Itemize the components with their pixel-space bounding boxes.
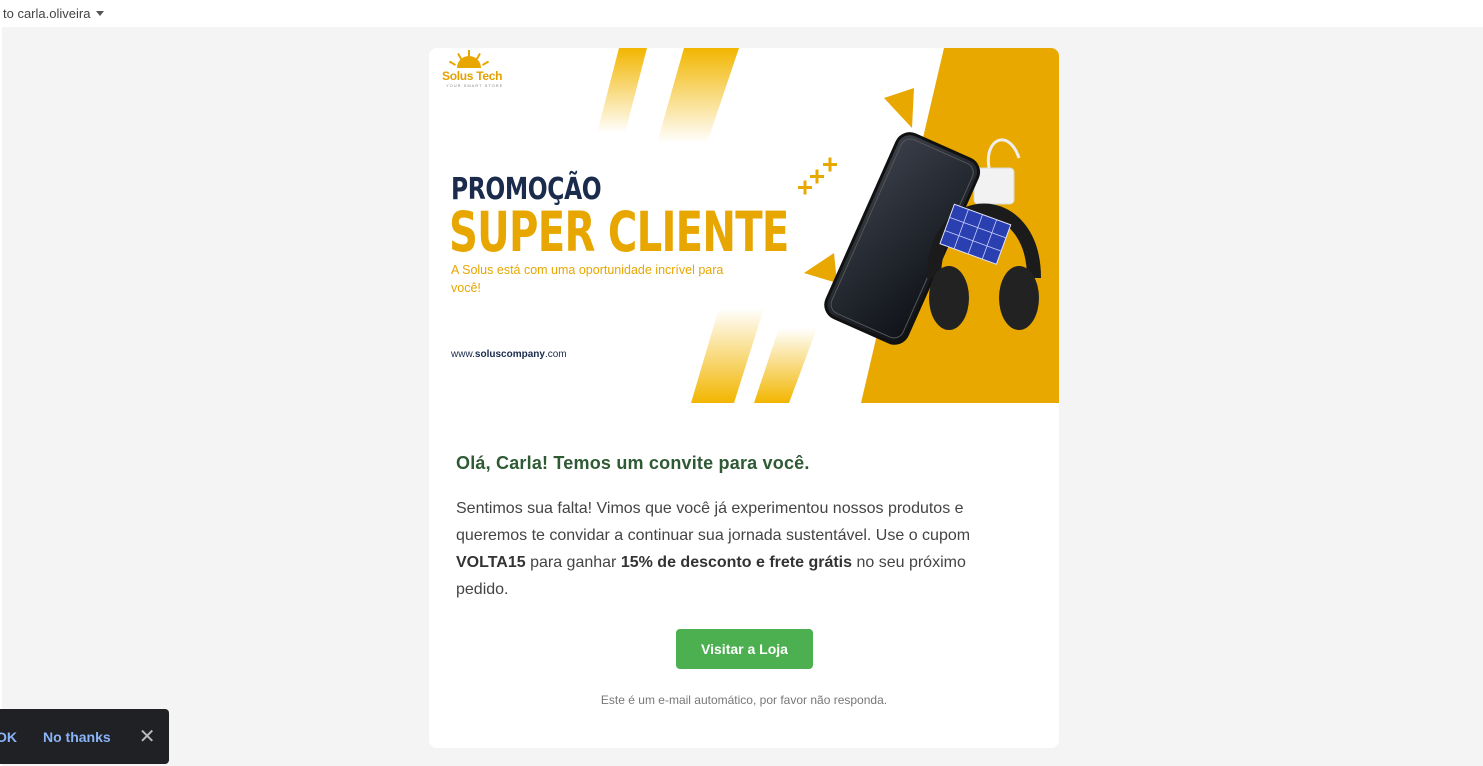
ok-button[interactable]: OK xyxy=(0,729,17,745)
cta-wrapper: Visitar a Loja xyxy=(676,629,813,669)
body-part-1: Sentimos sua falta! Vimos que você já ex… xyxy=(456,500,971,544)
triangle-top xyxy=(884,88,914,128)
greeting-heading: Olá, Carla! Temos um convite para você. xyxy=(456,453,810,473)
promo-banner: Solus Tech YOUR SMART STORE PROMOÇÃO SUP… xyxy=(429,48,1059,403)
stripe-bottom-1 xyxy=(691,308,764,403)
snackbar: OK No thanks ✕ xyxy=(0,709,169,764)
body-part-2: para ganhar xyxy=(525,554,621,571)
banner-website: www.soluscompany.com xyxy=(451,349,567,360)
recipient-bar: to carla.oliveira xyxy=(0,0,1483,26)
close-icon[interactable]: ✕ xyxy=(139,727,156,747)
logo-text: Solus Tech xyxy=(442,69,503,83)
logo-subtext: YOUR SMART STORE xyxy=(446,83,504,88)
website-prefix: www. xyxy=(451,349,475,360)
promo-headline-2: SUPER CLIENTE xyxy=(449,200,789,264)
no-thanks-button[interactable]: No thanks xyxy=(43,729,111,745)
plus-signs xyxy=(798,157,837,195)
recipient-dropdown-icon[interactable] xyxy=(96,10,105,16)
auto-email-footnote: Este é um e-mail automático, por favor n… xyxy=(600,693,888,707)
triangle-left xyxy=(804,253,837,283)
stripe-bottom-2 xyxy=(754,328,817,403)
visit-store-button[interactable]: Visitar a Loja xyxy=(676,629,813,669)
stripe-top-1 xyxy=(597,48,647,133)
email-content: Olá, Carla! Temos um convite para você. … xyxy=(456,453,1016,603)
email-body: Sentimos sua falta! Vimos que você já ex… xyxy=(456,495,1016,603)
website-suffix: .com xyxy=(544,349,567,360)
recipient-label: to carla.oliveira xyxy=(3,5,91,21)
promo-subtitle: A Solus está com uma oportunidade incrív… xyxy=(451,263,724,295)
email-canvas: Solus Tech YOUR SMART STORE PROMOÇÃO SUP… xyxy=(2,27,1483,766)
offer-text: 15% de desconto e frete grátis xyxy=(620,554,853,571)
stripe-top-2 xyxy=(657,48,739,143)
coupon-code: VOLTA15 xyxy=(456,554,526,571)
email-card: Solus Tech YOUR SMART STORE PROMOÇÃO SUP… xyxy=(429,48,1059,748)
website-domain: soluscompany xyxy=(474,349,545,360)
